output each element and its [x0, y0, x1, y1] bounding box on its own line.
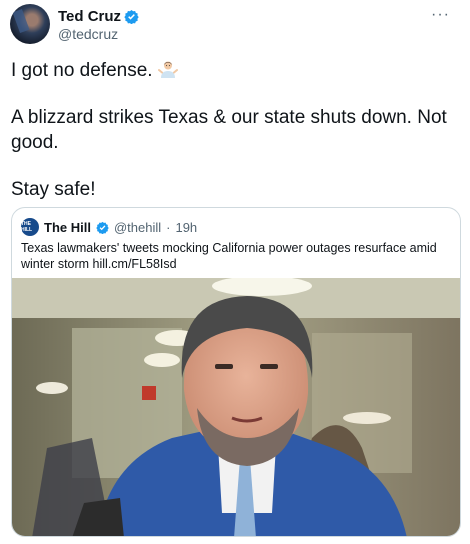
quoted-author-name[interactable]: The Hill: [44, 220, 91, 235]
tweet-text: I got no defense. A blizzard strikes Tex…: [11, 58, 461, 202]
verified-badge-icon: [96, 221, 109, 234]
quoted-tweet-header: THE HILL The Hill @thehill · 19h: [21, 218, 197, 236]
quoted-tweet-text: Texas lawmakers' tweets mocking Californ…: [21, 241, 437, 271]
quoted-timestamp[interactable]: 19h: [175, 220, 197, 235]
verified-badge-icon: [124, 9, 139, 24]
tweet-line-2: A blizzard strikes Texas & our state shu…: [11, 107, 447, 153]
author-handle[interactable]: @tedcruz: [58, 26, 118, 42]
quoted-tweet-card[interactable]: THE HILL The Hill @thehill · 19h Texas l…: [11, 207, 461, 537]
separator-dot: ·: [166, 219, 171, 235]
person-shrugging-emoji-icon: [157, 61, 178, 78]
quoted-tweet-photo[interactable]: [12, 278, 461, 537]
author-name-row[interactable]: Ted Cruz: [58, 8, 139, 25]
the-hill-logo-icon: THE HILL: [21, 218, 39, 236]
more-options-icon[interactable]: ···: [431, 6, 450, 24]
quoted-author-handle[interactable]: @thehill: [114, 220, 161, 235]
author-avatar[interactable]: [10, 4, 50, 44]
author-display-name[interactable]: Ted Cruz: [58, 8, 121, 25]
tweet-line-1: I got no defense.: [11, 58, 461, 83]
tweet-line-3: Stay safe!: [11, 179, 96, 200]
